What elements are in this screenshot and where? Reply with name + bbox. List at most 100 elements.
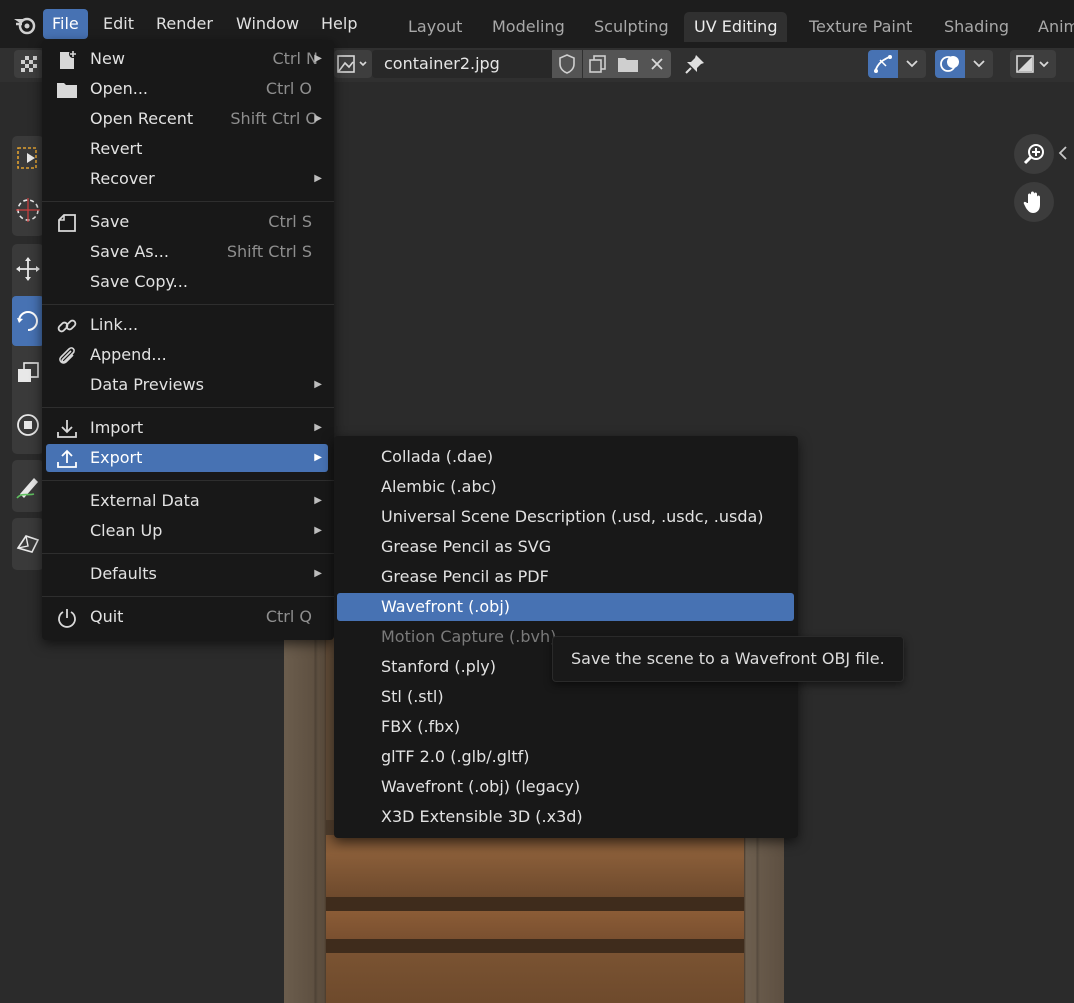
tab-layout[interactable]: Layout (398, 12, 472, 42)
tab-animation[interactable]: Anim (1028, 12, 1074, 42)
shortcut: Shift Ctrl O (230, 109, 318, 128)
new-image-button[interactable] (583, 50, 613, 78)
tool-rotate[interactable] (12, 296, 44, 346)
blender-logo-icon[interactable] (12, 11, 38, 37)
scale-icon (18, 362, 39, 382)
tooltip: Save the scene to a Wavefront OBJ file. (552, 636, 904, 682)
export-icon (57, 449, 77, 468)
menu-item-open-recent[interactable]: Open Recent Shift Ctrl O ▶ (46, 105, 328, 133)
uv-sync-button[interactable] (868, 50, 898, 78)
menu-item-label: Open... (90, 79, 148, 98)
export-item-wavefront-obj[interactable]: Wavefront (.obj) (337, 593, 794, 621)
tool-select-box[interactable] (12, 137, 44, 179)
submenu-arrow-icon: ▶ (314, 495, 322, 506)
tool-cursor[interactable] (12, 189, 44, 231)
snap-dropdown[interactable] (898, 50, 926, 78)
menu-item-label: Save (90, 212, 130, 231)
hand-icon (1023, 191, 1040, 213)
power-icon (58, 609, 76, 628)
sidebar-toggle-icon[interactable] (1058, 146, 1068, 160)
menu-item-new[interactable]: New Ctrl N ▶ (46, 45, 328, 73)
export-item-stl[interactable]: Stl (.stl) (337, 683, 794, 711)
submenu-arrow-icon: ▶ (314, 422, 322, 433)
tool-sample[interactable] (12, 523, 44, 565)
tab-shading[interactable]: Shading (934, 12, 1019, 42)
menu-item-import[interactable]: Import ▶ (46, 414, 328, 442)
menu-item-label: Revert (90, 139, 143, 158)
menu-item-data-previews[interactable]: Data Previews ▶ (46, 371, 328, 399)
curve-snap-icon (874, 55, 892, 73)
export-item-gltf[interactable]: glTF 2.0 (.glb/.gltf) (337, 743, 794, 771)
menu-file[interactable]: File (43, 9, 88, 39)
image-browse-button[interactable] (334, 50, 372, 78)
menu-separator (42, 480, 334, 481)
export-item-collada[interactable]: Collada (.dae) (337, 443, 794, 471)
menu-render[interactable]: Render (147, 9, 222, 39)
export-item-label: Motion Capture (.bvh) (381, 627, 557, 646)
menu-item-label: Link... (90, 315, 139, 334)
unlink-image-button[interactable] (643, 50, 671, 78)
shortcut: Ctrl Q (265, 607, 312, 626)
export-item-alembic[interactable]: Alembic (.abc) (337, 473, 794, 501)
export-item-usd[interactable]: Universal Scene Description (.usd, .usdc… (337, 503, 794, 531)
fake-user-button[interactable] (552, 50, 582, 78)
menu-item-label: Recover (90, 169, 155, 188)
close-icon (651, 58, 663, 70)
tool-scale[interactable] (12, 352, 44, 394)
export-item-gpencil-pdf[interactable]: Grease Pencil as PDF (337, 563, 794, 591)
menu-item-append[interactable]: Append... (46, 341, 328, 369)
export-item-label: Wavefront (.obj) (legacy) (381, 777, 581, 796)
zoom-button[interactable] (1014, 134, 1054, 174)
menu-separator (42, 304, 334, 305)
save-icon (58, 214, 76, 232)
open-image-button[interactable] (613, 50, 643, 78)
overlay-icon (940, 56, 959, 72)
export-item-fbx[interactable]: FBX (.fbx) (337, 713, 794, 741)
tool-transform[interactable] (12, 404, 44, 446)
export-item-label: Alembic (.abc) (381, 477, 497, 496)
tool-move[interactable] (12, 248, 44, 290)
pin-button[interactable] (680, 50, 710, 78)
menu-item-quit[interactable]: Quit Ctrl Q (46, 603, 328, 631)
menu-edit[interactable]: Edit (94, 9, 143, 39)
tab-uv-editing[interactable]: UV Editing (684, 12, 788, 42)
overlay-button[interactable] (935, 50, 965, 78)
editor-type-button[interactable] (14, 50, 44, 78)
overlay-dropdown[interactable] (965, 50, 993, 78)
menu-item-save-as[interactable]: Save As... Shift Ctrl S (46, 238, 328, 266)
menu-item-label: Export (90, 448, 143, 467)
link-icon (57, 319, 77, 333)
menu-item-label: Data Previews (90, 375, 204, 394)
export-item-obj-legacy[interactable]: Wavefront (.obj) (legacy) (337, 773, 794, 801)
menu-window[interactable]: Window (227, 9, 308, 39)
menu-item-revert[interactable]: Revert (46, 135, 328, 163)
menu-item-recover[interactable]: Recover ▶ (46, 165, 328, 193)
export-item-x3d[interactable]: X3D Extensible 3D (.x3d) (337, 803, 794, 831)
paperclip-icon (59, 347, 75, 364)
menu-item-open[interactable]: Open... Ctrl O (46, 75, 328, 103)
transform-icon (17, 414, 39, 436)
export-item-gpencil-svg[interactable]: Grease Pencil as SVG (337, 533, 794, 561)
image-name-field[interactable]: container2.jpg (372, 50, 552, 78)
menu-item-save[interactable]: Save Ctrl S (46, 208, 328, 236)
shield-icon (559, 54, 575, 74)
move-icon (16, 257, 40, 281)
tool-annotate[interactable] (12, 465, 44, 507)
submenu-arrow-icon: ▶ (314, 525, 322, 536)
display-channels-dropdown[interactable] (1010, 50, 1056, 78)
chevron-down-icon (973, 60, 985, 68)
shortcut: Ctrl O (265, 79, 312, 98)
tab-sculpting[interactable]: Sculpting (584, 12, 679, 42)
shortcut: Shift Ctrl S (226, 242, 312, 261)
tab-texture-paint[interactable]: Texture Paint (799, 12, 922, 42)
sample-icon (16, 535, 40, 553)
menu-item-export[interactable]: Export ▶ (46, 444, 328, 472)
menu-item-link[interactable]: Link... (46, 311, 328, 339)
menu-help[interactable]: Help (312, 9, 366, 39)
menu-item-clean-up[interactable]: Clean Up ▶ (46, 517, 328, 545)
menu-item-external-data[interactable]: External Data ▶ (46, 487, 328, 515)
tab-modeling[interactable]: Modeling (482, 12, 575, 42)
menu-item-defaults[interactable]: Defaults ▶ (46, 560, 328, 588)
pan-button[interactable] (1014, 182, 1054, 222)
menu-item-save-copy[interactable]: Save Copy... (46, 268, 328, 296)
